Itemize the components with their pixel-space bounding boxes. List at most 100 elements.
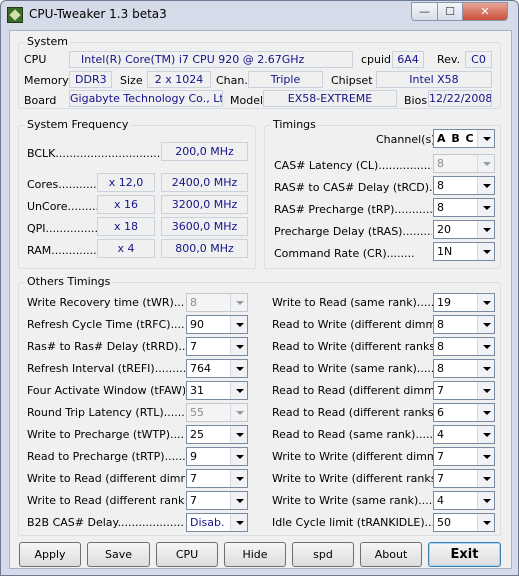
minimize-button[interactable]: — — [411, 2, 438, 21]
others-right-select-1[interactable]: 8 — [433, 315, 495, 334]
about-button[interactable]: About — [360, 542, 422, 567]
others-right-select-3[interactable]: 8 — [433, 359, 495, 378]
trp-value: 8 — [437, 201, 444, 214]
others-right-select-10[interactable]: 50 — [433, 513, 495, 532]
others-left-select-2[interactable]: 7 — [186, 337, 248, 356]
cpuid-label: cpuid — [361, 53, 392, 66]
cas-latency-value: 8 — [437, 157, 444, 170]
others-left-select-0[interactable]: 8 — [186, 293, 248, 312]
uncore-frequency: 3200,0 MHz — [161, 195, 248, 214]
chipset-value: Intel X58 — [376, 71, 492, 88]
chevron-down-icon[interactable] — [477, 221, 494, 238]
close-button[interactable]: ✕ — [462, 2, 508, 21]
chevron-down-icon[interactable] — [477, 155, 494, 172]
chevron-down-icon[interactable] — [477, 360, 494, 377]
chipset-label: Chipset — [331, 74, 373, 87]
spd-button[interactable]: spd — [292, 542, 354, 567]
others-right-select-9[interactable]: 4 — [433, 491, 495, 510]
chevron-down-icon[interactable] — [477, 426, 494, 443]
title-bar[interactable]: CPU-Tweaker 1.3 beta3 — ☐ ✕ — [1, 1, 518, 29]
trp-select[interactable]: 8 — [433, 198, 495, 217]
main-window: CPU-Tweaker 1.3 beta3 — ☐ ✕ System CPU I… — [0, 0, 519, 576]
cpu-value: Intel(R) Core(TM) i7 CPU 920 @ 2.67GHz — [69, 51, 353, 68]
others-right-label-1: Read to Write (different dimms).........… — [272, 318, 433, 331]
cas-latency-select[interactable]: 8 — [433, 154, 495, 173]
others-right-label-10: Idle Cycle limit (tRANKIDLE)............… — [272, 516, 433, 529]
others-right-select-7[interactable]: 7 — [433, 447, 495, 466]
chevron-down-icon[interactable] — [230, 470, 247, 487]
others-left-select-5[interactable]: 55 — [186, 403, 248, 422]
others-left-select-1[interactable]: 90 — [186, 315, 248, 334]
others-left-value-8: 7 — [190, 472, 197, 485]
others-right-select-8[interactable]: 7 — [433, 469, 495, 488]
others-right-label-9: Write to Write (same rank)..............… — [272, 494, 433, 507]
bclk-value: 200,0 MHz — [161, 142, 248, 161]
others-left-value-10: Disab. — [190, 516, 225, 529]
others-right-label-6: Read to Read (same rank)................… — [272, 428, 433, 441]
chevron-down-icon[interactable] — [477, 294, 494, 311]
others-right-value-9: 4 — [437, 494, 444, 507]
chevron-down-icon[interactable] — [230, 338, 247, 355]
trcd-label: RAS# to CAS# Delay (tRCD)..... — [274, 181, 432, 194]
others-left-select-8[interactable]: 7 — [186, 469, 248, 488]
others-left-label-7: Read to Precharge (tRTP)................… — [27, 450, 185, 463]
trcd-select[interactable]: 8 — [433, 176, 495, 195]
chevron-down-icon[interactable] — [477, 199, 494, 216]
others-left-label-2: Ras# to Ras# Delay (tRRD)...............… — [27, 340, 185, 353]
others-right-select-4[interactable]: 7 — [433, 381, 495, 400]
app-icon — [7, 7, 23, 23]
chevron-down-icon[interactable] — [230, 426, 247, 443]
cpu-button[interactable]: CPU — [156, 542, 218, 567]
hide-button[interactable]: Hide — [224, 542, 286, 567]
tras-select[interactable]: 20 — [433, 220, 495, 239]
others-left-value-1: 90 — [190, 318, 204, 331]
others-left-select-9[interactable]: 7 — [186, 491, 248, 510]
chevron-down-icon[interactable] — [230, 382, 247, 399]
chevron-down-icon[interactable] — [477, 382, 494, 399]
chevron-down-icon[interactable] — [230, 404, 247, 421]
chevron-down-icon[interactable] — [477, 243, 494, 260]
bios-value: 12/22/2008 — [428, 90, 492, 107]
save-button[interactable]: Save — [87, 542, 150, 567]
others-right-select-5[interactable]: 6 — [433, 403, 495, 422]
chevron-down-icon[interactable] — [477, 404, 494, 421]
chevron-down-icon[interactable] — [477, 130, 494, 147]
others-left-value-4: 31 — [190, 384, 204, 397]
others-left-label-10: B2B CAS# Delay..........................… — [27, 516, 185, 529]
chevron-down-icon[interactable] — [477, 448, 494, 465]
chevron-down-icon[interactable] — [477, 492, 494, 509]
maximize-button[interactable]: ☐ — [437, 2, 463, 21]
cores-label: Cores................ — [27, 178, 97, 191]
others-left-select-3[interactable]: 764 — [186, 359, 248, 378]
others-left-select-4[interactable]: 31 — [186, 381, 248, 400]
chevron-down-icon[interactable] — [230, 492, 247, 509]
command-rate-select[interactable]: 1N — [433, 242, 495, 261]
chevron-down-icon[interactable] — [230, 514, 247, 531]
chevron-down-icon[interactable] — [477, 338, 494, 355]
exit-button[interactable]: Exit — [428, 542, 501, 567]
chevron-down-icon[interactable] — [477, 514, 494, 531]
others-timings-legend: Others Timings — [25, 275, 113, 288]
chevron-down-icon[interactable] — [230, 294, 247, 311]
chevron-down-icon[interactable] — [230, 448, 247, 465]
chevron-down-icon[interactable] — [477, 470, 494, 487]
others-left-select-7[interactable]: 9 — [186, 447, 248, 466]
chevron-down-icon[interactable] — [477, 177, 494, 194]
chevron-down-icon[interactable] — [230, 316, 247, 333]
trp-label: RAS# Precharge (tRP)............. — [274, 203, 432, 216]
others-left-select-6[interactable]: 25 — [186, 425, 248, 444]
chevron-down-icon[interactable] — [230, 360, 247, 377]
others-right-label-4: Read to Read (different dimms)..........… — [272, 384, 433, 397]
channels-select[interactable]: A B C — [433, 129, 495, 148]
system-legend: System — [25, 35, 71, 48]
others-right-value-3: 8 — [437, 362, 444, 375]
others-right-select-6[interactable]: 4 — [433, 425, 495, 444]
others-right-select-2[interactable]: 8 — [433, 337, 495, 356]
apply-button[interactable]: Apply — [19, 542, 81, 567]
others-left-value-9: 7 — [190, 494, 197, 507]
others-right-select-0[interactable]: 19 — [433, 293, 495, 312]
others-left-value-0: 8 — [190, 296, 197, 309]
others-left-select-10[interactable]: Disab. — [186, 513, 248, 532]
chevron-down-icon[interactable] — [477, 316, 494, 333]
board-value: Gigabyte Technology Co., Ltd. — [69, 90, 223, 107]
